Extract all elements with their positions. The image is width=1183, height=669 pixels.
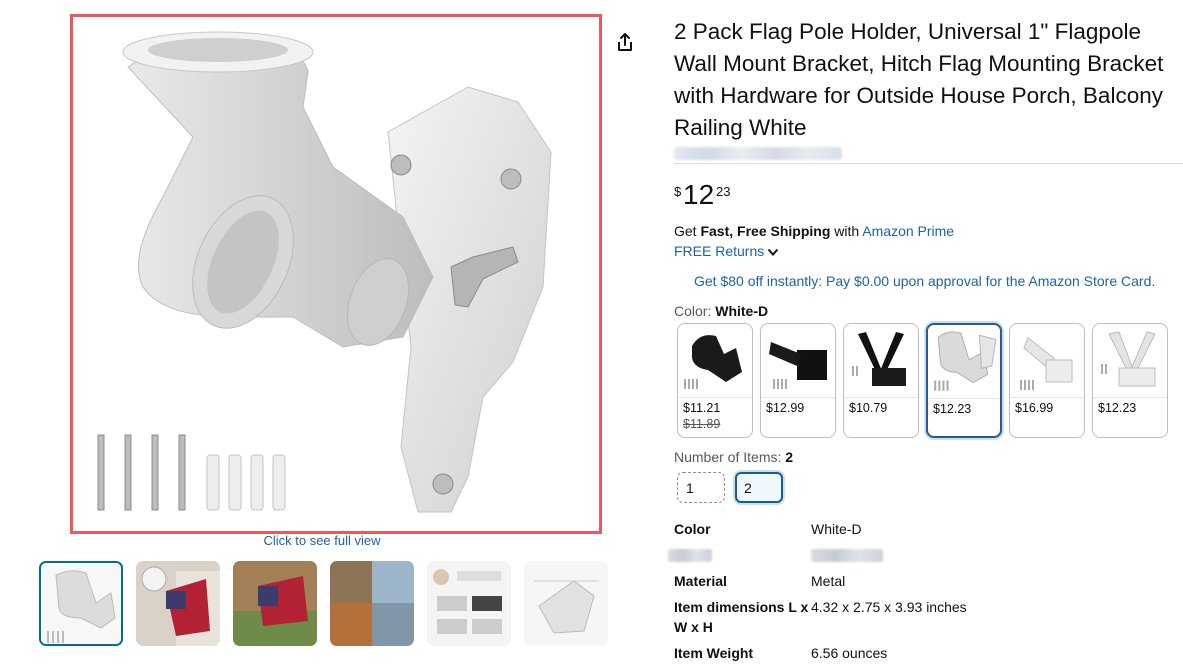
price-whole: 12 <box>683 179 715 210</box>
items-option-1[interactable]: 1 <box>677 472 725 503</box>
shipping-prefix: Get <box>674 223 701 239</box>
color-option-price: $12.23 <box>1098 401 1137 415</box>
items-option-2[interactable]: 2 <box>735 472 783 503</box>
thumbnail-1[interactable] <box>39 561 123 646</box>
thumbnail-4[interactable] <box>330 561 414 646</box>
items-label-prefix: Number of Items: <box>674 449 786 465</box>
color-option-price: $11.21 <box>683 401 721 415</box>
color-option-2[interactable]: $12.99 <box>760 323 836 438</box>
black-bracket-thumbnail <box>684 335 742 389</box>
spec-value-color: White-D <box>811 521 862 537</box>
amazon-prime-link[interactable]: Amazon Prime <box>862 223 954 239</box>
shipping-info: Get Fast, Free Shipping with Amazon Prim… <box>674 223 954 239</box>
color-option-price: $12.23 <box>933 402 972 416</box>
blurred-spec-label <box>668 549 712 562</box>
color-option-old-price: $11.89 <box>683 417 721 431</box>
product-title: 2 Pack Flag Pole Holder, Universal 1" Fl… <box>674 19 1164 140</box>
share-icon[interactable] <box>614 31 636 53</box>
free-returns-link[interactable]: FREE Returns <box>674 243 779 259</box>
color-option-4[interactable]: $12.23 <box>926 323 1002 438</box>
items-selected-value: 2 <box>785 449 794 465</box>
color-label-prefix: Color: <box>674 303 716 319</box>
color-option-1[interactable]: $11.21 $11.89 <box>677 323 753 438</box>
thumbnail-3[interactable] <box>233 561 317 646</box>
thumbnail-5[interactable] <box>427 561 511 646</box>
white-bracket-thumbnail <box>934 331 997 391</box>
thumbnail-2[interactable] <box>136 561 220 646</box>
shipping-middle: with <box>830 223 863 239</box>
swatch-divider <box>1093 397 1167 398</box>
black-bracket-thumbnail <box>852 332 906 386</box>
color-option-6[interactable]: $12.23 <box>1092 323 1168 438</box>
store-card-promo-link[interactable]: Get $80 off instantly: Pay $0.00 upon ap… <box>694 273 1155 289</box>
swatch-divider <box>928 398 1000 399</box>
blurred-rating-row <box>674 147 842 160</box>
color-option-3[interactable]: $10.79 <box>843 323 919 438</box>
spec-value-weight: 6.56 ounces <box>811 645 888 661</box>
chevron-down-icon <box>768 248 779 256</box>
spec-label-dimensions-line2: W x H <box>674 619 713 635</box>
click-to-see-full-view-link[interactable]: Click to see full view <box>70 533 574 548</box>
number-of-items-label: Number of Items: 2 <box>674 449 793 465</box>
spec-value-dimensions: 4.32 x 2.75 x 3.93 inches <box>811 599 967 615</box>
swatch-divider <box>1010 397 1084 398</box>
free-returns-label: FREE Returns <box>674 243 765 259</box>
white-bracket-thumbnail <box>1020 337 1073 390</box>
shipping-bold: Fast, Free Shipping <box>700 223 831 239</box>
spec-label-weight: Item Weight <box>674 645 754 661</box>
color-option-price: $16.99 <box>1015 401 1054 415</box>
spec-label-color: Color <box>674 521 711 537</box>
white-bracket-thumbnail <box>1101 331 1156 387</box>
spec-value-material: Metal <box>811 573 846 589</box>
spec-label-dimensions: Item dimensions L x <box>674 599 809 615</box>
color-option-price: $10.79 <box>849 401 888 415</box>
blurred-spec-value <box>811 549 883 562</box>
divider <box>674 163 1183 164</box>
price-currency: $ <box>674 184 682 199</box>
flag-pole-bracket-image <box>97 31 552 513</box>
thumbnail-6[interactable] <box>524 561 608 646</box>
black-bracket-thumbnail <box>769 342 827 389</box>
swatch-divider <box>761 397 835 398</box>
swatch-divider <box>678 397 752 398</box>
color-selected-value: White-D <box>715 303 769 319</box>
color-label: Color: White-D <box>674 303 768 319</box>
main-product-image[interactable] <box>70 14 602 534</box>
swatch-divider <box>844 397 918 398</box>
spec-label-material: Material <box>674 573 727 589</box>
color-option-5[interactable]: $16.99 <box>1009 323 1085 438</box>
price-fraction: 23 <box>716 184 731 199</box>
color-option-price: $12.99 <box>766 401 805 415</box>
